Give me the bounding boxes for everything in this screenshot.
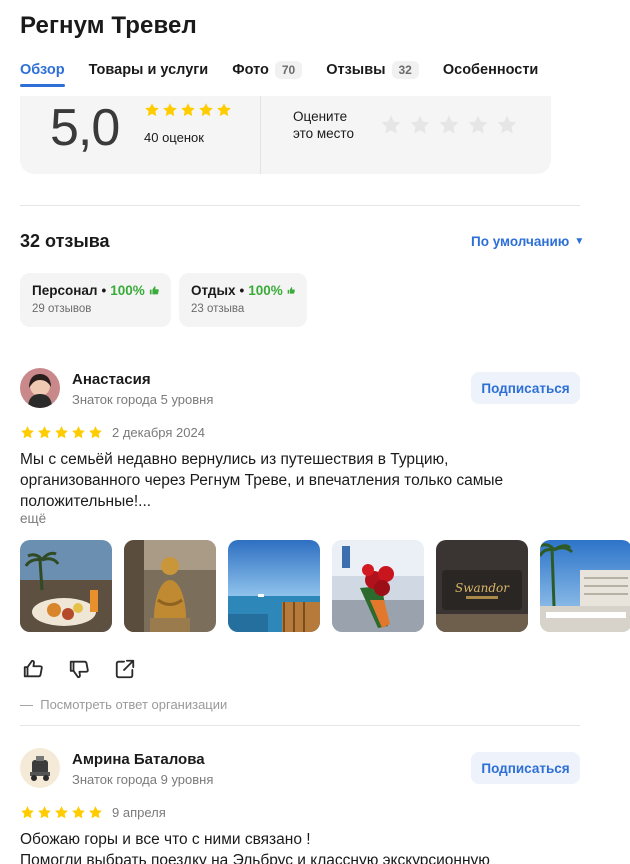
tab-photos[interactable]: Фото 70 <box>232 60 303 80</box>
aspect-reviews: 23 отзыва <box>191 303 245 315</box>
aspect-chip-staff[interactable]: Персонал • 100% 29 отзывов <box>20 273 171 327</box>
star-icon[interactable] <box>438 114 460 136</box>
aspect-reviews: 29 отзывов <box>32 303 92 315</box>
thumbs-up-icon <box>287 287 295 294</box>
review-divider <box>20 725 580 726</box>
star-icon[interactable] <box>380 114 402 136</box>
avatar[interactable] <box>20 748 60 788</box>
svg-text:Swandor: Swandor <box>455 581 510 595</box>
review-photo[interactable] <box>124 540 216 632</box>
aspect-percent: 100% <box>110 283 145 298</box>
caret-down-icon: ▼ <box>574 236 585 247</box>
tab-count-badge: 70 <box>274 61 303 79</box>
avatar[interactable] <box>20 368 60 408</box>
review-author[interactable]: Амрина Баталова <box>72 751 205 768</box>
rate-stars-input[interactable] <box>380 114 518 136</box>
star-icon[interactable] <box>496 114 518 136</box>
aspect-chip-rest[interactable]: Отдых • 100% 23 отзыва <box>179 273 307 327</box>
share-icon[interactable] <box>114 658 136 680</box>
tab-reviews[interactable]: Отзывы 32 <box>326 60 419 80</box>
aspect-percent: 100% <box>248 283 283 298</box>
sort-label: По умолчанию <box>471 234 570 249</box>
page-title: Регнум Тревел <box>20 12 197 39</box>
aspect-name: Персонал <box>32 283 98 298</box>
review-photo[interactable] <box>332 540 424 632</box>
review-photos: Swandor <box>20 540 630 632</box>
tab-overview[interactable]: Обзор <box>20 60 65 87</box>
author-level: Знаток города 5 уровня <box>72 392 214 407</box>
star-icon <box>72 806 85 819</box>
rate-prompt-line: Оцените <box>293 109 348 124</box>
review-text-line: Обожаю горы и все что с ними связано ! <box>20 831 311 848</box>
review-date: 9 апреля <box>112 805 166 820</box>
star-icon <box>38 426 51 439</box>
review-text: Обожаю горы и все что с ними связано ! П… <box>20 829 540 864</box>
rate-prompt: Оцените это место <box>293 108 354 142</box>
reviews-count-heading: 32 отзыва <box>20 231 110 251</box>
star-icon[interactable] <box>409 114 431 136</box>
star-icon <box>181 103 195 117</box>
tab-label: Обзор <box>20 62 65 78</box>
tab-count-badge: 32 <box>391 61 419 79</box>
author-level: Знаток города 9 уровня <box>72 772 214 787</box>
review-stars <box>20 425 103 440</box>
tab-features[interactable]: Особенности <box>443 60 538 80</box>
rate-prompt-line: это место <box>293 126 354 141</box>
star-icon <box>163 103 177 117</box>
review-text-line: организованного через Регнум Треве, и вп… <box>20 472 504 489</box>
view-org-answer-link[interactable]: — Посмотреть ответ организации <box>20 697 227 712</box>
rating-card: 5,0 40 оценок Оцените это место <box>20 96 551 174</box>
star-icon <box>145 103 159 117</box>
card-separator <box>260 96 261 174</box>
subscribe-button[interactable]: Подписаться <box>471 372 580 404</box>
ratings-count: 40 оценок <box>144 130 204 145</box>
star-icon <box>217 103 231 117</box>
review-photo[interactable]: Swandor <box>436 540 528 632</box>
review-photo[interactable] <box>540 540 630 632</box>
org-answer-label: Посмотреть ответ организации <box>40 697 228 712</box>
star-icon <box>199 103 213 117</box>
star-icon <box>72 426 85 439</box>
review-text-line: Помогли выбрать поездку на Эльбрус и кла… <box>20 852 490 864</box>
tab-label: Товары и услуги <box>88 62 209 78</box>
rating-score: 5,0 <box>50 99 120 157</box>
tab-label: Фото <box>232 62 269 78</box>
subscribe-button[interactable]: Подписаться <box>471 752 580 784</box>
dot-separator: • <box>239 283 245 298</box>
review-date: 2 декабря 2024 <box>112 425 205 440</box>
review-text: Мы с семьёй недавно вернулись из путешес… <box>20 449 540 512</box>
tab-label: Особенности <box>442 62 539 78</box>
star-icon <box>21 426 34 439</box>
section-divider <box>20 205 580 206</box>
aspect-name: Отдых <box>191 283 236 298</box>
star-icon <box>55 426 68 439</box>
star-icon <box>89 806 102 819</box>
review-text-line: Мы с семьёй недавно вернулись из путешес… <box>20 451 449 468</box>
star-icon <box>89 426 102 439</box>
review-author[interactable]: Анастасия <box>72 371 151 388</box>
sort-dropdown[interactable]: По умолчанию ▼ <box>471 234 584 249</box>
star-icon <box>38 806 51 819</box>
dash-prefix: — <box>20 697 41 712</box>
thumbs-down-icon[interactable] <box>68 658 90 680</box>
star-icon <box>21 806 34 819</box>
rating-stars <box>144 102 232 118</box>
review-photo[interactable] <box>228 540 320 632</box>
dot-separator: • <box>101 283 107 298</box>
star-icon <box>55 806 68 819</box>
tab-label: Отзывы <box>326 62 386 78</box>
tab-bar: Обзор Товары и услуги Фото 70 Отзывы 32 Ос… <box>20 60 562 98</box>
review-stars <box>20 805 103 820</box>
thumbs-up-icon[interactable] <box>22 658 44 680</box>
tab-goods-services[interactable]: Товары и услуги <box>89 60 209 80</box>
thumbs-up-icon <box>149 286 159 295</box>
review-text-line: положительные!... <box>20 493 152 510</box>
read-more-link[interactable]: ещё <box>20 511 46 526</box>
review-actions <box>22 658 136 680</box>
star-icon[interactable] <box>467 114 489 136</box>
review-photo[interactable] <box>20 540 112 632</box>
